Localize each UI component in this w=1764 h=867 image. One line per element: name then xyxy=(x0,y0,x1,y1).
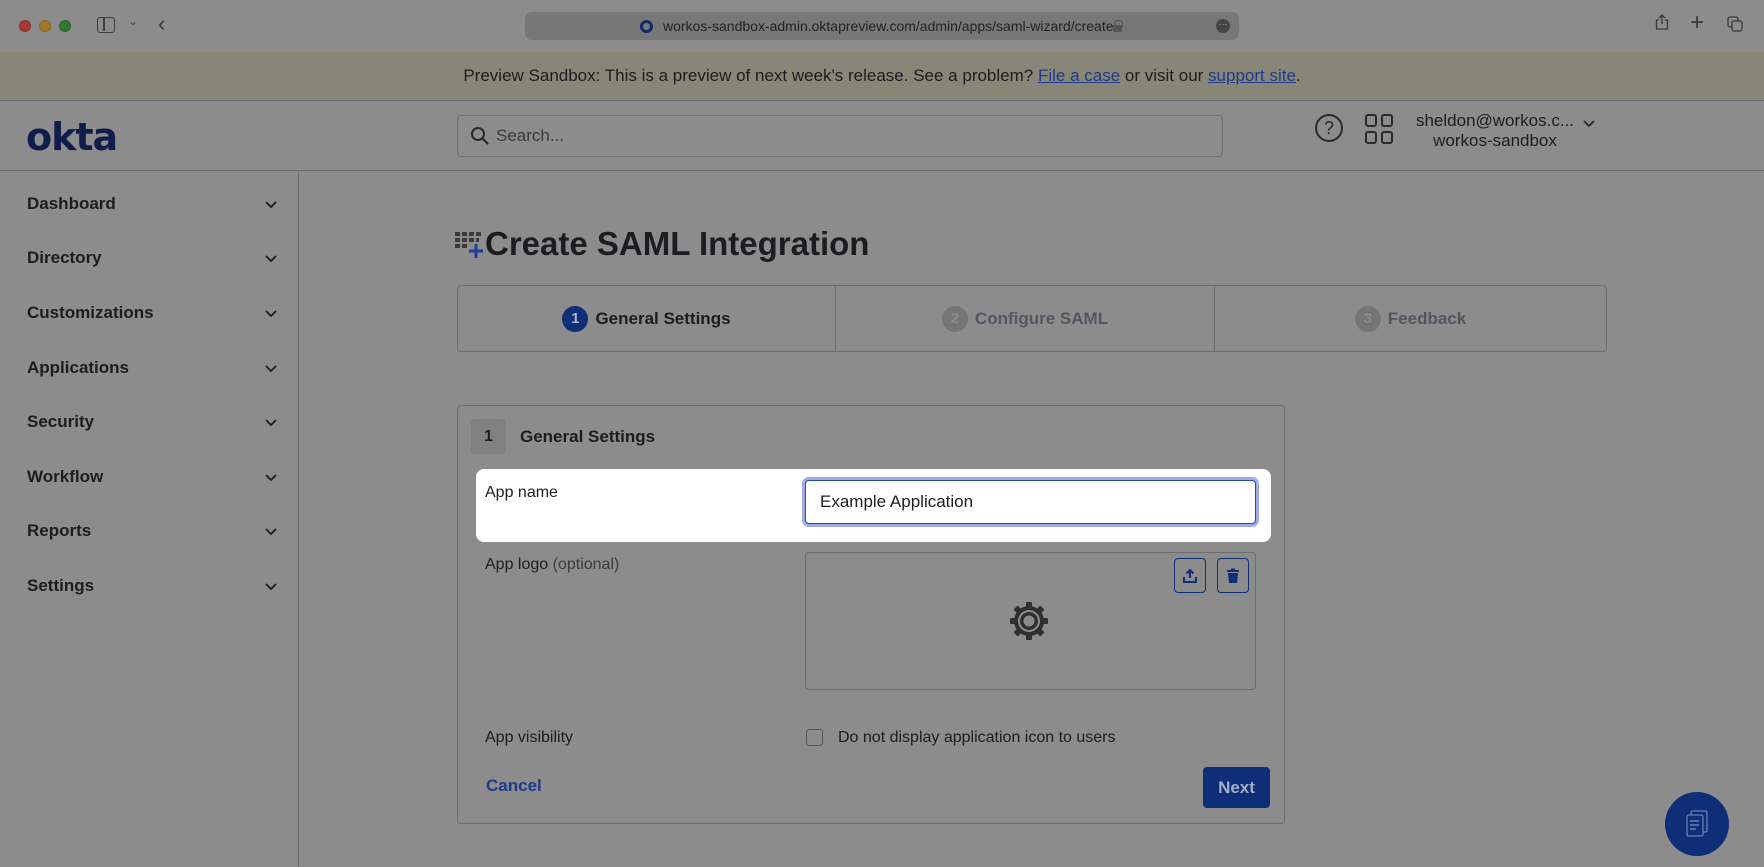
step-feedback: 3 Feedback xyxy=(1215,286,1606,351)
search-box[interactable] xyxy=(457,115,1223,157)
step-label: Feedback xyxy=(1387,308,1467,328)
sidebar-item-label: Workflow xyxy=(27,467,104,486)
step-number: 3 xyxy=(1354,305,1381,332)
app-header: okta ? sheldon@workos.c... workos-sandbo… xyxy=(0,100,1764,171)
close-window-button[interactable] xyxy=(19,20,31,32)
cancel-button[interactable]: Cancel xyxy=(486,776,542,796)
url-text[interactable]: workos-sandbox-admin.oktapreview.com/adm… xyxy=(663,18,1114,34)
chevron-down-icon xyxy=(265,255,277,263)
section-number: 1 xyxy=(471,419,506,454)
chevron-down-icon xyxy=(265,365,277,373)
user-email: sheldon@workos.c... xyxy=(1415,111,1575,130)
tabs-overview-icon[interactable] xyxy=(1727,16,1743,32)
section-title: General Settings xyxy=(520,427,656,446)
minimize-window-button[interactable] xyxy=(39,20,51,32)
chevron-down-icon xyxy=(265,310,277,318)
address-bar[interactable]: workos-sandbox-admin.oktapreview.com/adm… xyxy=(525,12,1239,40)
chevron-down-icon xyxy=(265,201,277,209)
chevron-down-icon xyxy=(265,419,277,427)
more-icon[interactable]: ··· xyxy=(1216,19,1230,33)
page-title: Create SAML Integration xyxy=(455,225,869,263)
sidebar-item-security[interactable]: Security xyxy=(27,407,277,437)
user-org: workos-sandbox xyxy=(1433,131,1557,150)
step-number: 2 xyxy=(941,305,968,332)
delete-logo-button[interactable] xyxy=(1217,558,1249,593)
chevron-down-icon xyxy=(265,583,277,591)
user-menu[interactable]: sheldon@workos.c... workos-sandbox xyxy=(1410,111,1580,151)
maximize-window-button[interactable] xyxy=(59,20,71,32)
upload-icon xyxy=(1183,568,1197,583)
search-icon xyxy=(471,127,489,145)
hide-app-icon-checkbox-label[interactable]: Do not display application icon to users xyxy=(838,729,1116,747)
site-favicon-icon xyxy=(640,20,653,33)
optional-hint: (optional) xyxy=(552,556,620,573)
app-visibility-label: App visibility xyxy=(485,729,574,746)
app-switcher-icon[interactable] xyxy=(1365,114,1395,144)
chevron-down-icon[interactable]: ⌄ xyxy=(128,14,138,28)
chevron-down-icon xyxy=(265,528,277,536)
chevron-down-icon xyxy=(265,474,277,482)
app-name-input[interactable] xyxy=(805,480,1256,524)
step-general-settings: 1 General Settings xyxy=(458,286,836,351)
banner-text-end: . xyxy=(1295,66,1301,85)
step-label: Configure SAML xyxy=(974,308,1109,328)
document-icon xyxy=(1686,810,1708,837)
sidebar-item-label: Dashboard xyxy=(27,194,116,213)
okta-logo[interactable]: okta xyxy=(26,115,118,159)
file-a-case-link[interactable]: File a case xyxy=(1038,66,1120,85)
sidebar-item-reports[interactable]: Reports xyxy=(27,516,277,546)
help-docs-button[interactable] xyxy=(1665,792,1729,856)
sidebar-item-directory[interactable]: Directory xyxy=(27,243,277,273)
gear-icon xyxy=(1010,602,1048,640)
share-icon[interactable] xyxy=(1655,14,1669,30)
browser-toolbar: ⌄ ‹ workos-sandbox-admin.oktapreview.com… xyxy=(0,0,1764,52)
app-logo-dropzone[interactable] xyxy=(805,552,1256,690)
sidebar-item-label: Applications xyxy=(27,358,130,377)
sidebar-item-customizations[interactable]: Customizations xyxy=(27,298,277,328)
sidebar-toggle-icon[interactable] xyxy=(97,17,115,33)
page-title-text: Create SAML Integration xyxy=(485,225,870,262)
step-configure-saml: 2 Configure SAML xyxy=(836,286,1215,351)
wizard-stepper: 1 General Settings 2 Configure SAML 3 Fe… xyxy=(457,285,1607,352)
sidebar-nav: Dashboard Directory Customizations Appli… xyxy=(0,171,299,867)
banner-text: Preview Sandbox: This is a preview of ne… xyxy=(463,66,1038,85)
preview-banner: Preview Sandbox: This is a preview of ne… xyxy=(0,52,1764,100)
sidebar-item-applications[interactable]: Applications xyxy=(27,353,277,383)
plus-icon[interactable]: + xyxy=(1690,9,1704,37)
sidebar-item-label: Settings xyxy=(27,576,95,595)
sidebar-item-settings[interactable]: Settings xyxy=(27,571,277,601)
sidebar-item-label: Customizations xyxy=(27,303,154,322)
chevron-down-icon[interactable] xyxy=(1582,116,1596,130)
sidebar-item-workflow[interactable]: Workflow xyxy=(27,462,277,492)
app-name-label: App name xyxy=(485,484,558,501)
support-site-link[interactable]: support site xyxy=(1208,66,1296,85)
sidebar-item-label: Directory xyxy=(27,248,102,267)
sidebar-item-dashboard[interactable]: Dashboard xyxy=(27,189,277,219)
banner-text-middle: or visit our xyxy=(1120,66,1209,85)
add-app-icon xyxy=(455,232,483,258)
back-arrow-icon[interactable]: ‹ xyxy=(158,11,165,37)
lock-icon xyxy=(1113,20,1123,32)
sidebar-item-label: Security xyxy=(27,412,95,431)
next-button[interactable]: Next xyxy=(1203,767,1270,808)
sidebar-item-label: Reports xyxy=(27,521,92,540)
hide-app-icon-checkbox[interactable] xyxy=(806,729,823,746)
help-icon[interactable]: ? xyxy=(1315,114,1343,142)
step-label: General Settings xyxy=(595,308,731,328)
app-logo-label: App logo (optional) xyxy=(485,556,619,574)
upload-logo-button[interactable] xyxy=(1174,558,1206,593)
search-input[interactable] xyxy=(496,116,1196,156)
step-number: 1 xyxy=(562,305,589,332)
trash-icon xyxy=(1227,568,1239,583)
app-logo-label-text: App logo xyxy=(485,556,549,573)
